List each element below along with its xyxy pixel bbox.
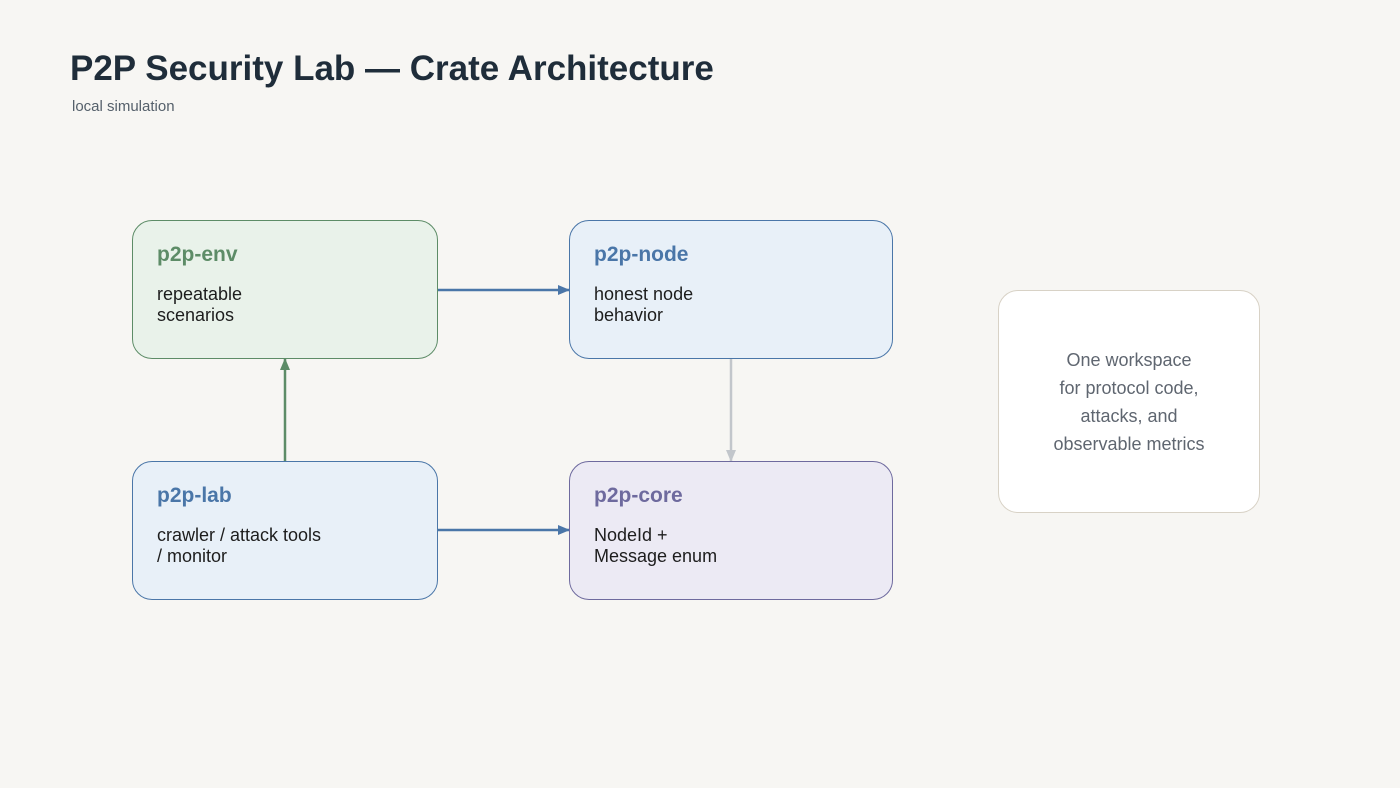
crate-description: honest node behavior xyxy=(594,284,694,325)
crate-name: p2p-node xyxy=(594,243,689,266)
crate-description: repeatable scenarios xyxy=(157,284,243,325)
workspace-note-card: One workspace for protocol code, attacks… xyxy=(998,290,1260,513)
crate-name: p2p-core xyxy=(594,484,683,507)
crate-name: p2p-env xyxy=(157,243,238,266)
workspace-note-text: One workspace for protocol code, attacks… xyxy=(1053,349,1205,454)
crate-box-p2p-lab: p2p-lab crawler / attack tools / monitor xyxy=(132,461,438,600)
crate-description: crawler / attack tools / monitor xyxy=(157,525,322,566)
crate-description: NodeId + Message enum xyxy=(594,525,718,566)
crate-name: p2p-lab xyxy=(157,484,232,507)
crate-box-p2p-node: p2p-node honest node behavior xyxy=(569,220,893,359)
crate-box-p2p-env: p2p-env repeatable scenarios xyxy=(132,220,438,359)
crate-box-p2p-core: p2p-core NodeId + Message enum xyxy=(569,461,893,600)
